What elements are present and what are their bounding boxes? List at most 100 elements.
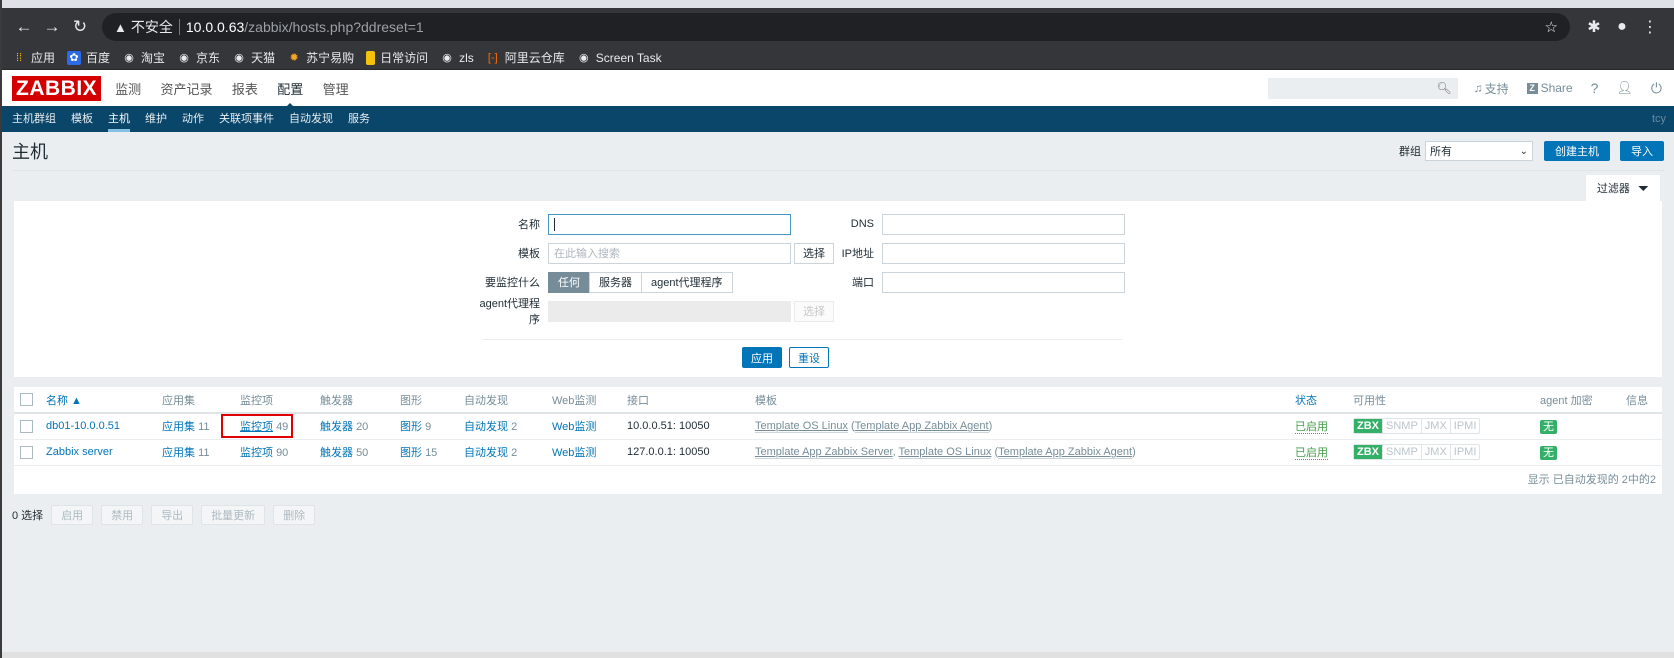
- group-select[interactable]: 所有 ⌄: [1425, 141, 1533, 161]
- reload-icon[interactable]: ↻: [68, 15, 92, 39]
- host-name-link[interactable]: Zabbix server: [46, 446, 113, 458]
- bookmark-screen-task[interactable]: ◉ Screen Task: [577, 51, 662, 65]
- col-status[interactable]: 状态: [1291, 387, 1349, 414]
- row-checkbox[interactable]: [20, 445, 33, 459]
- apply-button[interactable]: 应用: [742, 347, 782, 368]
- sub-menu-host-groups[interactable]: 主机群组: [12, 106, 56, 132]
- reset-button[interactable]: 重设: [789, 347, 829, 368]
- triggers-link[interactable]: 触发器: [320, 421, 353, 433]
- port-input[interactable]: [882, 271, 1125, 293]
- sub-menu-discovery[interactable]: 自动发现: [289, 106, 333, 132]
- applications-link[interactable]: 应用集: [162, 447, 195, 459]
- bookmark-tmall[interactable]: ◉ 天猫: [232, 49, 275, 66]
- sub-menu-maintenance[interactable]: 维护: [145, 106, 167, 132]
- forward-icon[interactable]: →: [40, 15, 64, 39]
- template-parent-link[interactable]: Template App Zabbix Agent: [854, 420, 989, 434]
- bookmark-zls[interactable]: ◉ zls: [440, 51, 473, 65]
- sub-menu-actions[interactable]: 动作: [182, 106, 204, 132]
- back-icon[interactable]: ←: [12, 15, 36, 39]
- bookmark-suning[interactable]: ✹ 苏宁易购: [287, 49, 354, 66]
- bookmark-jd[interactable]: ◉ 京东: [177, 49, 220, 66]
- interface-cell: 127.0.0.1: 10050: [623, 439, 751, 466]
- import-button[interactable]: 导入: [1620, 141, 1664, 161]
- sub-menu-templates[interactable]: 模板: [71, 106, 93, 132]
- share-link[interactable]: Z Share: [1526, 81, 1573, 95]
- extensions-icon[interactable]: ✱: [1580, 17, 1608, 37]
- items-link[interactable]: 监控项: [240, 447, 273, 459]
- enable-button[interactable]: 启用: [51, 504, 94, 525]
- graphs-link[interactable]: 图形: [400, 447, 422, 459]
- sub-menu-correlation[interactable]: 关联项事件: [219, 106, 274, 132]
- name-input[interactable]: [548, 213, 791, 235]
- browser-toolbar: ← → ↻ ▲ 不安全 10.0.0.63/zabbix/hosts.php?d…: [2, 8, 1674, 46]
- filter-tab[interactable]: 过滤器 ⏷: [1586, 175, 1660, 201]
- status-toggle[interactable]: 已启用: [1295, 447, 1328, 460]
- bottom-strip: [2, 652, 1674, 658]
- tab-strip: [2, 0, 1674, 8]
- zabbix-logo[interactable]: ZABBIX: [12, 75, 102, 101]
- jmx-badge: JMX: [1420, 419, 1450, 434]
- sign-out-icon[interactable]: ⏻: [1651, 80, 1662, 97]
- support-link[interactable]: ♫ 支持: [1474, 80, 1509, 97]
- main-menu-reports[interactable]: 报表: [232, 82, 258, 97]
- bookmark-aliyun[interactable]: [-] 阿里云仓库: [486, 49, 565, 66]
- create-host-button[interactable]: 创建主机: [1544, 141, 1610, 161]
- applications-link[interactable]: 应用集: [162, 421, 195, 433]
- main-menu-administration[interactable]: 管理: [323, 82, 349, 97]
- template-server-link[interactable]: Template App Zabbix Server: [755, 446, 893, 459]
- radio-proxy[interactable]: agent代理程序: [641, 271, 733, 293]
- web-link[interactable]: Web监测: [552, 421, 596, 433]
- template-parent-link[interactable]: Template App Zabbix Agent: [998, 446, 1133, 459]
- col-status-label[interactable]: 状态: [1295, 395, 1317, 407]
- discovery-link[interactable]: 自动发现: [464, 447, 508, 459]
- bookmark-baidu[interactable]: ✿ 百度: [67, 49, 110, 66]
- bookmark-daily[interactable]: 日常访问: [366, 49, 428, 66]
- col-interface: 接口: [623, 387, 751, 414]
- address-bar[interactable]: ▲ 不安全 10.0.0.63/zabbix/hosts.php?ddreset…: [102, 13, 1570, 41]
- help-icon[interactable]: ?: [1591, 80, 1599, 96]
- browser-window: ← → ↻ ▲ 不安全 10.0.0.63/zabbix/hosts.php?d…: [0, 0, 1674, 658]
- filter-row-port: 端口: [814, 271, 1125, 293]
- template-link[interactable]: Template OS Linux: [755, 420, 848, 434]
- profile-icon[interactable]: ●: [1608, 18, 1636, 36]
- radio-server[interactable]: 服务器: [589, 271, 642, 293]
- col-discovery: 自动发现: [460, 387, 548, 414]
- sub-menu-hosts[interactable]: 主机: [108, 106, 130, 132]
- row-checkbox[interactable]: [20, 419, 33, 433]
- delete-button[interactable]: 删除: [273, 504, 316, 525]
- bookmark-star-icon[interactable]: ☆: [1545, 18, 1558, 36]
- web-link[interactable]: Web监测: [552, 447, 596, 459]
- bookmark-taobao[interactable]: ◉ 淘宝: [122, 49, 165, 66]
- disable-button[interactable]: 禁用: [101, 504, 144, 525]
- mass-update-button[interactable]: 批量更新: [201, 504, 266, 525]
- main-menu-inventory[interactable]: 资产记录: [161, 82, 213, 97]
- interface-cell: 10.0.0.51: 10050: [623, 413, 751, 440]
- user-profile-icon[interactable]: 👤︎: [1616, 80, 1633, 96]
- dns-input[interactable]: [882, 213, 1125, 235]
- main-menu-configuration[interactable]: 配置: [277, 82, 303, 97]
- status-toggle[interactable]: 已启用: [1295, 421, 1328, 435]
- discovery-link[interactable]: 自动发现: [464, 421, 508, 433]
- sub-menu-services[interactable]: 服务: [348, 106, 370, 132]
- search-icon[interactable]: 🔍︎: [1436, 81, 1451, 95]
- col-name-label[interactable]: 名称 ▲: [46, 395, 82, 407]
- menu-dots-icon[interactable]: ⋮: [1636, 17, 1664, 37]
- template-input[interactable]: 在此输入搜索: [548, 242, 791, 264]
- triggers-link[interactable]: 触发器: [320, 447, 353, 459]
- headset-icon: ♫: [1473, 81, 1483, 95]
- radio-any[interactable]: 任何: [548, 271, 590, 293]
- template-link[interactable]: Template OS Linux: [898, 446, 992, 459]
- global-search-input[interactable]: 🔍︎: [1267, 77, 1458, 99]
- aliyun-icon: [-]: [487, 51, 498, 64]
- name-label: 名称: [518, 219, 540, 231]
- col-name[interactable]: 名称 ▲: [42, 387, 158, 414]
- row-select-cell: [14, 413, 42, 440]
- export-button[interactable]: 导出: [151, 504, 194, 525]
- select-all-checkbox[interactable]: [20, 393, 33, 406]
- graphs-link[interactable]: 图形: [400, 421, 422, 433]
- ip-input[interactable]: [882, 242, 1125, 264]
- bookmark-apps[interactable]: ⁞⁞ 应用: [12, 49, 55, 66]
- suning-icon: ✹: [289, 52, 299, 64]
- host-name-link[interactable]: db01-10.0.0.51: [46, 420, 120, 432]
- main-menu-monitoring[interactable]: 监测: [115, 82, 141, 97]
